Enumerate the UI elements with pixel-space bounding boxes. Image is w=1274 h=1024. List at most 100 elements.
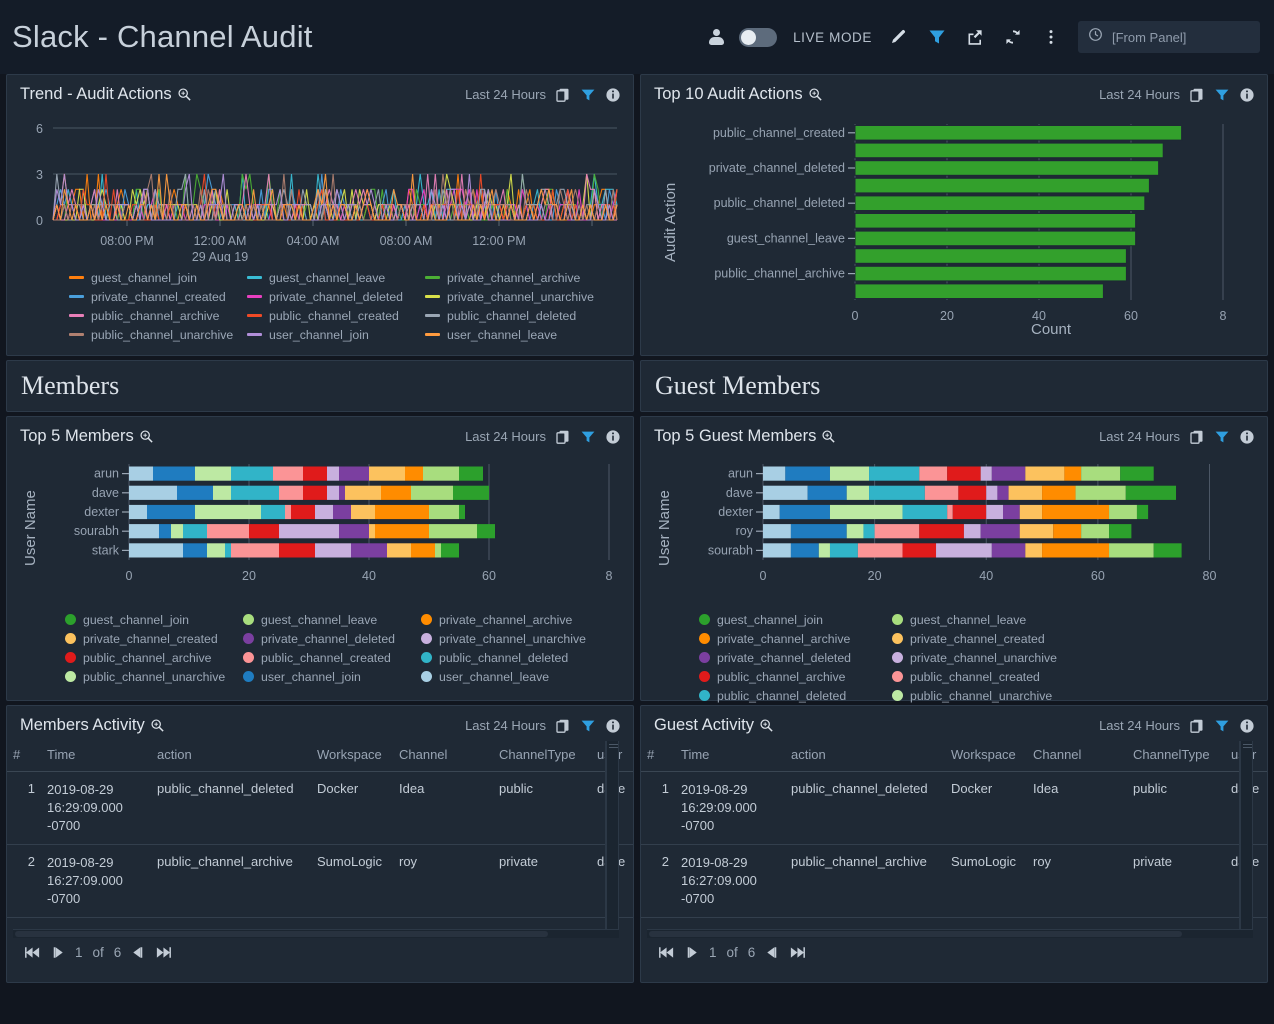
search-icon[interactable] bbox=[139, 429, 154, 444]
current-page[interactable]: 1 bbox=[75, 945, 83, 960]
legend-item[interactable]: public_channel_archive bbox=[69, 309, 247, 323]
column-header-workspace[interactable]: Workspace bbox=[945, 741, 1027, 772]
legend-item[interactable]: private_channel_deleted bbox=[247, 290, 425, 304]
legend-item[interactable]: public_channel_created bbox=[892, 670, 1085, 684]
legend-item[interactable]: guest_channel_leave bbox=[892, 613, 1085, 627]
column-header-channel[interactable]: Channel bbox=[1027, 741, 1127, 772]
time-range-picker[interactable]: [From Panel] bbox=[1078, 21, 1260, 53]
more-vertical-icon[interactable] bbox=[1040, 26, 1062, 48]
legend-item[interactable]: public_channel_created bbox=[243, 651, 421, 665]
legend-item[interactable]: private_channel_deleted bbox=[699, 651, 892, 665]
legend-color-swatch bbox=[421, 633, 432, 644]
legend-item[interactable]: guest_channel_join bbox=[69, 271, 247, 285]
legend-item[interactable]: user_channel_leave bbox=[421, 670, 599, 684]
info-icon[interactable] bbox=[1239, 718, 1255, 734]
filter-icon[interactable] bbox=[580, 718, 596, 734]
info-icon[interactable] bbox=[1239, 429, 1255, 445]
search-icon[interactable] bbox=[808, 87, 823, 102]
legend-item[interactable]: user_channel_join bbox=[247, 328, 425, 342]
filter-icon[interactable] bbox=[1214, 718, 1230, 734]
filter-icon[interactable] bbox=[1214, 429, 1230, 445]
legend-item[interactable]: public_channel_unarchive bbox=[69, 328, 247, 342]
column-header-channel[interactable]: Channel bbox=[393, 741, 493, 772]
filter-icon[interactable] bbox=[1214, 87, 1230, 103]
search-icon[interactable] bbox=[821, 429, 836, 444]
table-row[interactable]: 22019-08-29 16:27:09.000 -0700public_cha… bbox=[641, 844, 1267, 917]
share-icon[interactable] bbox=[964, 26, 986, 48]
legend-item[interactable]: private_channel_deleted bbox=[243, 632, 421, 646]
legend-item[interactable]: private_channel_unarchive bbox=[425, 290, 603, 304]
copy-icon[interactable] bbox=[1189, 429, 1205, 445]
legend-item[interactable]: guest_channel_leave bbox=[243, 613, 421, 627]
first-page-button[interactable] bbox=[659, 945, 676, 960]
legend-item[interactable]: user_channel_join bbox=[243, 670, 421, 684]
prev-page-button[interactable] bbox=[686, 945, 699, 960]
table-row[interactable]: 12019-08-29 16:29:09.000 -0700public_cha… bbox=[7, 772, 633, 845]
legend-item[interactable]: private_channel_unarchive bbox=[421, 632, 599, 646]
filter-icon[interactable] bbox=[580, 87, 596, 103]
legend-item[interactable]: guest_channel_join bbox=[699, 613, 892, 627]
time-range-value: [From Panel] bbox=[1112, 30, 1186, 45]
legend-item[interactable]: private_channel_created bbox=[65, 632, 243, 646]
copy-icon[interactable] bbox=[555, 87, 571, 103]
legend-item[interactable]: private_channel_archive bbox=[425, 271, 603, 285]
table-row[interactable]: 32019-08-29public_channel_unarchiveGoogl… bbox=[641, 917, 1267, 929]
table-vertical-scrollbar[interactable] bbox=[1240, 741, 1253, 929]
copy-icon[interactable] bbox=[555, 718, 571, 734]
table-horizontal-scrollbar[interactable] bbox=[647, 929, 1253, 938]
column-header-time[interactable]: Time bbox=[41, 741, 151, 772]
prev-page-button[interactable] bbox=[52, 945, 65, 960]
column-header-action[interactable]: action bbox=[785, 741, 945, 772]
filter-icon[interactable] bbox=[580, 429, 596, 445]
first-page-button[interactable] bbox=[25, 945, 42, 960]
filter-icon[interactable] bbox=[926, 26, 948, 48]
column-header-action[interactable]: action bbox=[151, 741, 311, 772]
legend-item[interactable]: public_channel_deleted bbox=[699, 689, 892, 703]
column-header-channeltype[interactable]: ChannelType bbox=[1127, 741, 1225, 772]
panel-header: Top 5 Members Last 24 Hours bbox=[7, 417, 633, 452]
last-page-button[interactable] bbox=[788, 945, 805, 960]
legend-item[interactable]: private_channel_archive bbox=[421, 613, 599, 627]
legend-item[interactable]: guest_channel_leave bbox=[247, 271, 425, 285]
next-page-button[interactable] bbox=[131, 945, 144, 960]
legend-item[interactable]: private_channel_unarchive bbox=[892, 651, 1085, 665]
pencil-icon[interactable] bbox=[888, 26, 910, 48]
legend-item[interactable]: private_channel_archive bbox=[699, 632, 892, 646]
legend-item[interactable]: public_channel_deleted bbox=[425, 309, 603, 323]
info-icon[interactable] bbox=[1239, 87, 1255, 103]
table-row[interactable]: 32019-08-29public_channel_unarchiveGoogl… bbox=[7, 917, 633, 929]
next-page-button[interactable] bbox=[765, 945, 778, 960]
table-row[interactable]: 12019-08-29 16:29:09.000 -0700public_cha… bbox=[641, 772, 1267, 845]
table-row[interactable]: 22019-08-29 16:27:09.000 -0700public_cha… bbox=[7, 844, 633, 917]
copy-icon[interactable] bbox=[1189, 718, 1205, 734]
live-mode-toggle[interactable] bbox=[739, 28, 777, 47]
copy-icon[interactable] bbox=[555, 429, 571, 445]
legend-item[interactable]: public_channel_archive bbox=[65, 651, 243, 665]
info-icon[interactable] bbox=[605, 87, 621, 103]
legend-item[interactable]: public_channel_archive bbox=[699, 670, 892, 684]
legend-item[interactable]: guest_channel_join bbox=[65, 613, 243, 627]
legend-item[interactable]: public_channel_deleted bbox=[421, 651, 599, 665]
legend-item[interactable]: public_channel_unarchive bbox=[65, 670, 243, 684]
table-vertical-scrollbar[interactable] bbox=[606, 741, 619, 929]
info-icon[interactable] bbox=[605, 718, 621, 734]
column-header-time[interactable]: Time bbox=[675, 741, 785, 772]
last-page-button[interactable] bbox=[154, 945, 171, 960]
legend-item[interactable]: private_channel_created bbox=[69, 290, 247, 304]
search-icon[interactable] bbox=[177, 87, 192, 102]
current-page[interactable]: 1 bbox=[709, 945, 717, 960]
column-header-[interactable]: # bbox=[7, 741, 41, 772]
column-header-workspace[interactable]: Workspace bbox=[311, 741, 393, 772]
copy-icon[interactable] bbox=[1189, 87, 1205, 103]
table-horizontal-scrollbar[interactable] bbox=[13, 929, 619, 938]
search-icon[interactable] bbox=[150, 718, 165, 733]
legend-item[interactable]: public_channel_created bbox=[247, 309, 425, 323]
legend-item[interactable]: user_channel_leave bbox=[425, 328, 603, 342]
column-header-[interactable]: # bbox=[641, 741, 675, 772]
refresh-icon[interactable] bbox=[1002, 26, 1024, 48]
column-header-channeltype[interactable]: ChannelType bbox=[493, 741, 591, 772]
legend-item[interactable]: public_channel_unarchive bbox=[892, 689, 1085, 703]
legend-item[interactable]: private_channel_created bbox=[892, 632, 1085, 646]
info-icon[interactable] bbox=[605, 429, 621, 445]
search-icon[interactable] bbox=[759, 718, 774, 733]
